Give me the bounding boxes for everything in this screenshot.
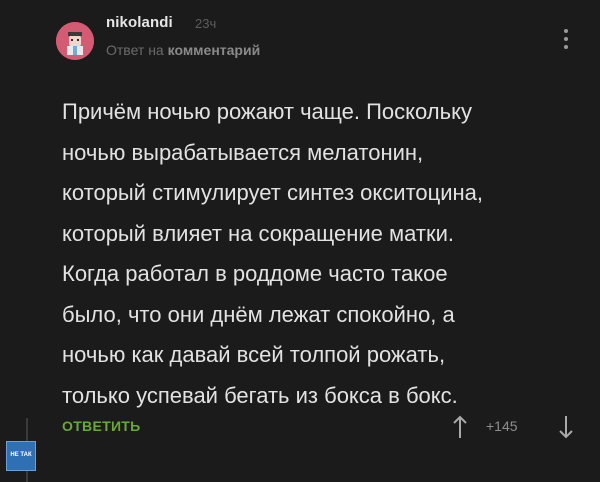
reply-to-line: Ответ на комментарий [106,42,260,58]
comment-body: Причём ночью рожают чаще. Поскольку ночь… [62,92,590,416]
reply-button[interactable]: ОТВЕТИТЬ [62,418,141,434]
username[interactable]: nikolandi [106,14,173,31]
more-vertical-icon[interactable] [562,26,570,52]
comment-time: 23ч [195,16,217,31]
comment-body-line: Когда работал в роддоме часто такое [62,261,448,286]
comment-body-line: который влияет на сокращение матки. [62,220,454,246]
comment: nikolandi 23ч Ответ на комментарий Причё… [0,0,600,482]
comment-body-line: только успевай бегать из бокса в бокс. [62,382,458,408]
watermark-badge: НЕ ТАК [6,441,36,471]
comment-body-line: Причём ночью рожают чаще. Поскольку [62,99,472,124]
comment-body-line: который стимулирует синтез окситоцина, [62,180,484,205]
avatar-image [56,22,94,60]
arrow-up-icon[interactable] [452,414,468,440]
arrow-down-icon[interactable] [558,414,574,440]
reply-to-link[interactable]: комментарий [168,42,261,58]
comment-body-line: было, что они днём лежат спокойно, а [62,301,455,327]
comment-body-line: ночью как давай всей толпой рожать, [62,342,446,367]
score: +145 [486,418,518,434]
avatar[interactable] [56,22,94,60]
comment-body-line: ночью вырабатывается мелатонин, [62,139,424,165]
watermark-badge-text: НЕ ТАК [10,452,32,458]
reply-prefix: Ответ на [106,42,164,58]
